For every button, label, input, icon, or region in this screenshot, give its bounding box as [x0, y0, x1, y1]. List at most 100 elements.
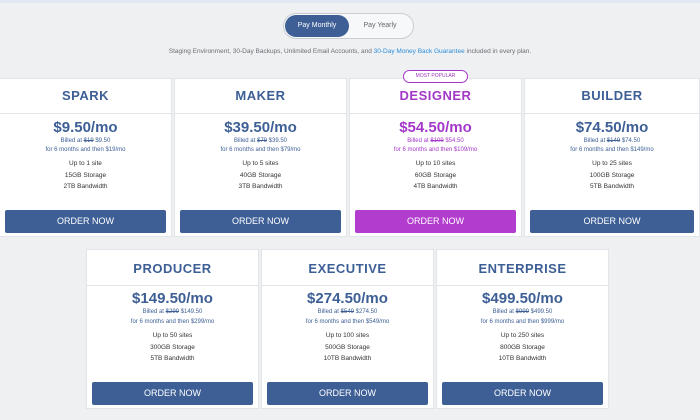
- order-now-button[interactable]: ORDER NOW: [355, 210, 516, 233]
- billed-prefix: Billed at: [142, 309, 166, 315]
- plan-card-builder: BUILDER $74.50/mo Billed at $149 $74.50 …: [524, 78, 700, 237]
- divider: [437, 285, 608, 286]
- bandwidth-amount: 2TB Bandwidth: [63, 183, 108, 190]
- storage-amount: 300GB Storage: [150, 344, 195, 351]
- original-price: $79: [256, 138, 267, 144]
- pay-monthly-option[interactable]: Pay Monthly: [285, 15, 349, 37]
- original-price: $999: [515, 309, 529, 315]
- order-now-button[interactable]: ORDER NOW: [442, 382, 603, 405]
- bandwidth-amount: 3TB Bandwidth: [238, 183, 283, 190]
- original-price: $149: [606, 138, 621, 144]
- original-price: $109: [430, 138, 444, 144]
- storage-amount: 800GB Storage: [500, 344, 545, 351]
- plan-name: BUILDER: [581, 88, 643, 103]
- discount-price: $9.50: [93, 138, 111, 144]
- plan-price: $74.50/mo: [575, 119, 649, 136]
- plan-name: EXECUTIVE: [308, 261, 387, 276]
- storage-amount: 60GB Storage: [414, 172, 457, 179]
- discount-price: $39.50: [267, 138, 288, 144]
- storage-amount: 100GB Storage: [589, 172, 635, 179]
- sites-limit: Up to 50 sites: [152, 332, 193, 339]
- divider: [0, 113, 171, 114]
- bandwidth-amount: 10TB Bandwidth: [323, 355, 372, 362]
- plan-card-designer: DESIGNER $54.50/mo Billed at $109 $54.50…: [349, 78, 522, 237]
- plan-name: PRODUCER: [133, 261, 212, 276]
- storage-amount: 40GB Storage: [239, 172, 282, 179]
- discount-price: $54.50: [443, 138, 464, 144]
- original-price: $19: [83, 138, 94, 144]
- sites-limit: Up to 25 sites: [592, 160, 632, 167]
- plan-name: DESIGNER: [399, 88, 472, 103]
- divider: [87, 285, 258, 286]
- billed-prefix: Billed at: [583, 138, 607, 144]
- included-features-text: Staging Environment, 30-Day Backups, Unl…: [0, 48, 700, 55]
- sites-limit: Up to 100 sites: [325, 332, 370, 339]
- divider: [175, 113, 346, 114]
- divider: [350, 113, 521, 114]
- renewal-price-text: for 6 months and then $999/mo: [480, 319, 565, 325]
- divider: [525, 113, 699, 114]
- discount-price: $74.50: [620, 138, 641, 144]
- billed-at-text: Billed at $79 $39.50: [175, 138, 346, 144]
- billed-at-text: Billed at $299 $149.50: [87, 309, 258, 315]
- plan-price: $9.50/mo: [53, 119, 118, 136]
- billing-toggle[interactable]: Pay Monthly Pay Yearly: [283, 13, 414, 39]
- most-popular-badge: MOST POPULAR: [403, 70, 468, 83]
- billed-at-text: Billed at $109 $54.50: [350, 138, 521, 144]
- plan-card-enterprise: ENTERPRISE $499.50/mo Billed at $999 $49…: [436, 249, 609, 409]
- renewal-price-text: for 6 months and then $549/mo: [305, 319, 390, 325]
- billed-at-text: Billed at $19 $9.50: [0, 138, 171, 144]
- plan-name: ENTERPRISE: [478, 261, 567, 276]
- plan-card-producer: PRODUCER $149.50/mo Billed at $299 $149.…: [86, 249, 259, 409]
- order-now-button[interactable]: ORDER NOW: [530, 210, 694, 233]
- plan-price: $39.50/mo: [224, 119, 297, 136]
- sites-limit: Up to 250 sites: [500, 332, 545, 339]
- order-now-button[interactable]: ORDER NOW: [267, 382, 428, 405]
- billed-prefix: Billed at: [233, 138, 257, 144]
- original-price: $549: [340, 309, 354, 315]
- plan-price: $149.50/mo: [132, 290, 213, 307]
- sites-limit: Up to 10 sites: [415, 160, 456, 167]
- billed-at-text: Billed at $149 $74.50: [525, 138, 699, 144]
- discount-price: $499.50: [529, 309, 553, 315]
- storage-amount: 15GB Storage: [64, 172, 107, 179]
- top-border: [0, 0, 700, 3]
- plan-name: SPARK: [61, 88, 110, 103]
- billed-prefix: Billed at: [60, 138, 84, 144]
- discount-price: $274.50: [354, 309, 378, 315]
- bandwidth-amount: 5TB Bandwidth: [589, 183, 635, 190]
- plan-name: MAKER: [235, 88, 286, 103]
- bandwidth-amount: 10TB Bandwidth: [498, 355, 547, 362]
- money-back-guarantee-link[interactable]: 30-Day Money Back Guarantee: [374, 48, 465, 55]
- sites-limit: Up to 5 sites: [242, 160, 279, 167]
- renewal-price-text: for 6 months and then $109/mo: [393, 147, 478, 153]
- plan-price: $54.50/mo: [399, 119, 472, 136]
- sites-limit: Up to 1 site: [69, 160, 102, 167]
- order-now-button[interactable]: ORDER NOW: [5, 210, 166, 233]
- features-text-after: included in every plan.: [464, 48, 532, 55]
- billed-prefix: Billed at: [317, 309, 341, 315]
- order-now-button[interactable]: ORDER NOW: [180, 210, 341, 233]
- renewal-price-text: for 6 months and then $79/mo: [220, 147, 301, 153]
- divider: [262, 285, 433, 286]
- discount-price: $149.50: [179, 309, 203, 315]
- billed-prefix: Billed at: [407, 138, 431, 144]
- renewal-price-text: for 6 months and then $149/mo: [570, 147, 654, 153]
- order-now-button[interactable]: ORDER NOW: [92, 382, 253, 405]
- billed-at-text: Billed at $999 $499.50: [437, 309, 608, 315]
- plan-price: $499.50/mo: [482, 290, 563, 307]
- billed-prefix: Billed at: [492, 309, 516, 315]
- original-price: $299: [165, 309, 179, 315]
- plan-card-maker: MAKER $39.50/mo Billed at $79 $39.50 for…: [174, 78, 347, 237]
- features-text-before: Staging Environment, 30-Day Backups, Unl…: [168, 48, 374, 55]
- billed-at-text: Billed at $549 $274.50: [262, 309, 433, 315]
- bandwidth-amount: 5TB Bandwidth: [150, 355, 195, 362]
- bandwidth-amount: 4TB Bandwidth: [413, 183, 458, 190]
- storage-amount: 500GB Storage: [325, 344, 370, 351]
- plan-card-spark: SPARK $9.50/mo Billed at $19 $9.50 for 6…: [0, 78, 172, 237]
- pay-yearly-option[interactable]: Pay Yearly: [348, 15, 412, 37]
- renewal-price-text: for 6 months and then $19/mo: [45, 147, 126, 153]
- plan-card-executive: EXECUTIVE $274.50/mo Billed at $549 $274…: [261, 249, 434, 409]
- renewal-price-text: for 6 months and then $299/mo: [130, 319, 215, 325]
- plan-price: $274.50/mo: [307, 290, 388, 307]
